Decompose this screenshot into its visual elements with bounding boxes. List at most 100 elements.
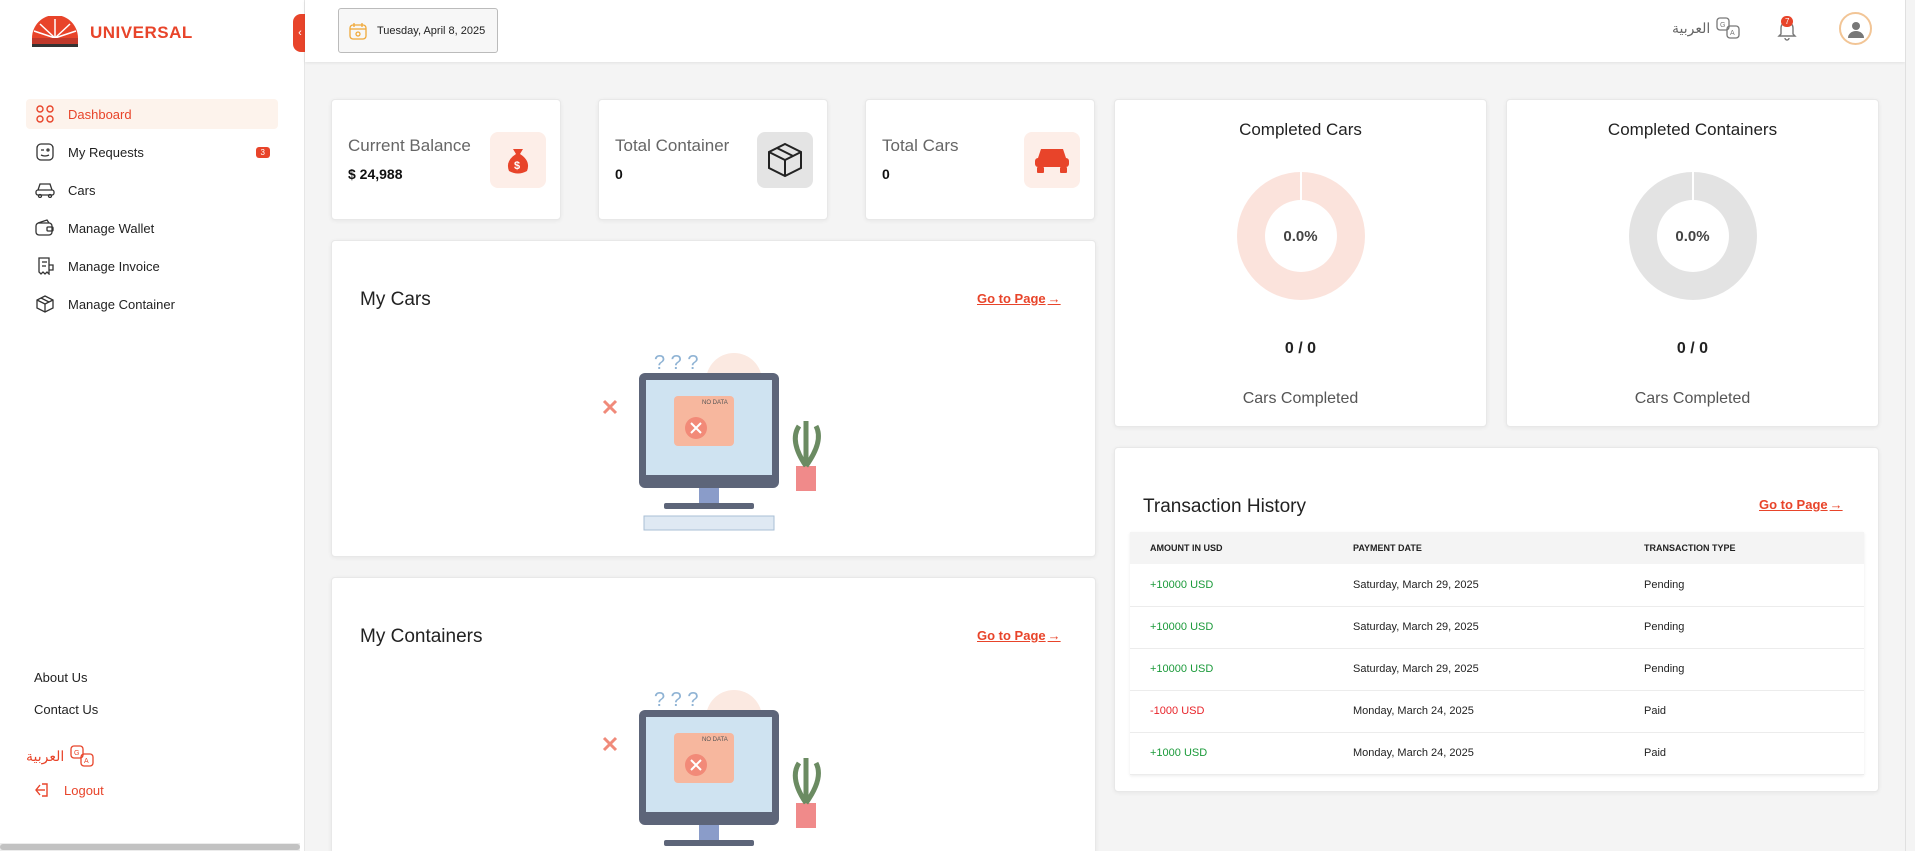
completed-containers-caption: Cars Completed — [1634, 390, 1751, 407]
completed-containers-donut: 0.0% — [1628, 172, 1757, 300]
car-front-icon — [1024, 132, 1080, 188]
current-date: Tuesday, April 8, 2025 — [377, 24, 486, 37]
date-cell: Saturday, March 29, 2025 — [1333, 606, 1624, 649]
contact-us-link[interactable]: Contact Us — [34, 700, 98, 732]
sidebar-item-my-requests[interactable]: My Requests 3 — [26, 137, 278, 167]
requests-icon — [34, 141, 56, 163]
completed-cars-caption: Cars Completed — [1242, 390, 1359, 407]
svg-text:G: G — [1720, 22, 1725, 29]
wallet-icon — [34, 217, 56, 239]
table-row[interactable]: +10000 USD Saturday, March 29, 2025 Pend… — [1130, 606, 1864, 649]
donut-divider — [1691, 172, 1694, 200]
no-data-text: NO DATA — [702, 400, 728, 406]
language-label: العربية — [1672, 19, 1711, 36]
type-cell: Pending — [1624, 606, 1864, 649]
question-marks: ? ? ? — [654, 352, 698, 374]
arrow-right-icon: → — [1047, 628, 1061, 643]
sidebar-footer-links: About Us Contact Us — [34, 668, 98, 732]
sun-logo-icon — [32, 16, 78, 47]
requests-count-badge: 3 — [255, 147, 270, 158]
chevron-left-icon: ‹ — [298, 27, 302, 39]
total-container-card: Total Container 0 — [598, 99, 828, 220]
transactions-go-to-page-link[interactable]: Go to Page → — [1759, 497, 1843, 512]
sidebar-item-label: My Requests — [68, 144, 144, 160]
transactions-table: AMOUNT IN USD PAYMENT DATE TRANSACTION T… — [1130, 532, 1864, 775]
table-header-row: AMOUNT IN USD PAYMENT DATE TRANSACTION T… — [1130, 532, 1864, 564]
dashboard-icon — [34, 103, 56, 125]
my-containers-go-to-page-link[interactable]: Go to Page → — [977, 628, 1061, 643]
completed-containers-title: Completed Containers — [1607, 120, 1778, 139]
arrow-right-icon: → — [1829, 497, 1843, 512]
table-row[interactable]: +10000 USD Saturday, March 29, 2025 Pend… — [1130, 648, 1864, 691]
brand-logo[interactable]: UNIVERSAL — [28, 16, 193, 50]
sidebar-item-label: Dashboard — [68, 106, 132, 122]
arrow-right-icon: → — [1047, 291, 1061, 306]
my-cars-title: My Cars — [360, 289, 431, 310]
table-row[interactable]: +10000 USD Saturday, March 29, 2025 Pend… — [1130, 564, 1864, 607]
top-header: Tuesday, April 8, 2025 العربية GA 7 — [305, 0, 1905, 62]
no-data-illustration: ? ? ? NO DATA — [602, 689, 821, 846]
transaction-history-card: Transaction History Go to Page → AMOUNT … — [1114, 447, 1879, 792]
my-cars-panel: My Cars Go to Page → ? ? ? NO DATA — [331, 240, 1096, 557]
table-row[interactable]: +1000 USD Monday, March 24, 2025 Paid — [1130, 732, 1864, 775]
transaction-history-title: Transaction History — [1143, 496, 1306, 517]
sidebar-item-label: Manage Container — [68, 296, 175, 312]
brand-name: UNIVERSAL — [90, 23, 193, 42]
svg-text:A: A — [84, 758, 89, 765]
translate-icon: GA — [1716, 17, 1740, 39]
link-label: Go to Page — [1759, 497, 1828, 512]
stat-value: 0 — [882, 166, 890, 182]
user-icon — [1847, 21, 1864, 38]
sidebar-item-dashboard[interactable]: Dashboard — [26, 99, 278, 129]
question-marks: ? ? ? — [654, 689, 698, 711]
column-header: AMOUNT IN USD — [1130, 532, 1333, 564]
amount-cell: +10000 USD — [1130, 648, 1333, 691]
type-cell: Pending — [1624, 564, 1864, 607]
my-cars-go-to-page-link[interactable]: Go to Page → — [977, 291, 1061, 306]
sidebar-item-cars[interactable]: Cars — [26, 175, 278, 205]
amount-cell: +10000 USD — [1130, 564, 1333, 607]
date-cell: Monday, March 24, 2025 — [1333, 690, 1624, 733]
container-box-icon — [757, 132, 813, 188]
horizontal-scrollbar[interactable] — [0, 843, 300, 851]
no-data-text: NO DATA — [702, 737, 728, 743]
link-label: Go to Page — [977, 628, 1046, 643]
logout-button[interactable]: Logout — [34, 782, 104, 798]
user-avatar[interactable] — [1839, 12, 1872, 45]
table-row[interactable]: -1000 USD Monday, March 24, 2025 Paid — [1130, 690, 1864, 733]
sidebar-item-label: Manage Wallet — [68, 220, 155, 236]
no-data-illustration: ? ? ? NO DATA — [602, 352, 821, 531]
sidebar-item-manage-wallet[interactable]: Manage Wallet — [26, 213, 278, 243]
language-label: العربية — [26, 747, 65, 764]
sidebar-item-manage-container[interactable]: Manage Container — [26, 289, 278, 319]
amount-cell: +10000 USD — [1130, 606, 1333, 649]
logout-label: Logout — [64, 782, 104, 798]
type-cell: Paid — [1624, 690, 1864, 733]
stat-label: Total Cars — [882, 136, 959, 155]
stat-value: 0 — [615, 166, 623, 182]
scrollbar-thumb[interactable] — [0, 844, 300, 850]
calendar-icon — [349, 22, 367, 40]
sidebar-item-manage-invoice[interactable]: Manage Invoice — [26, 251, 278, 281]
completed-containers-ratio: 0 / 0 — [1676, 340, 1709, 357]
header-language-toggle[interactable]: العربية GA — [1672, 17, 1740, 39]
sidebar-language-toggle[interactable]: العربية GA — [26, 745, 94, 767]
sidebar-item-label: Cars — [68, 182, 96, 198]
stat-label: Total Container — [615, 136, 730, 155]
type-cell: Pending — [1624, 648, 1864, 691]
current-balance-card: Current Balance $ 24,988 $ — [331, 99, 561, 220]
completed-cars-donut: 0.0% — [1236, 172, 1365, 300]
date-cell: Saturday, March 29, 2025 — [1333, 564, 1624, 607]
my-containers-panel: My Containers Go to Page → ? ? ? NO DATA — [331, 577, 1096, 851]
container-icon — [34, 293, 56, 315]
donut-divider — [1299, 172, 1302, 200]
sidebar-item-label: Manage Invoice — [68, 258, 160, 274]
type-cell: Paid — [1624, 732, 1864, 775]
about-us-link[interactable]: About Us — [34, 668, 98, 700]
svg-text:A: A — [1730, 30, 1735, 37]
my-containers-title: My Containers — [360, 626, 483, 647]
svg-text:G: G — [74, 750, 79, 757]
date-display[interactable]: Tuesday, April 8, 2025 — [338, 8, 498, 53]
completed-cars-title: Completed Cars — [1239, 120, 1362, 139]
vertical-scrollbar[interactable] — [1905, 0, 1915, 851]
